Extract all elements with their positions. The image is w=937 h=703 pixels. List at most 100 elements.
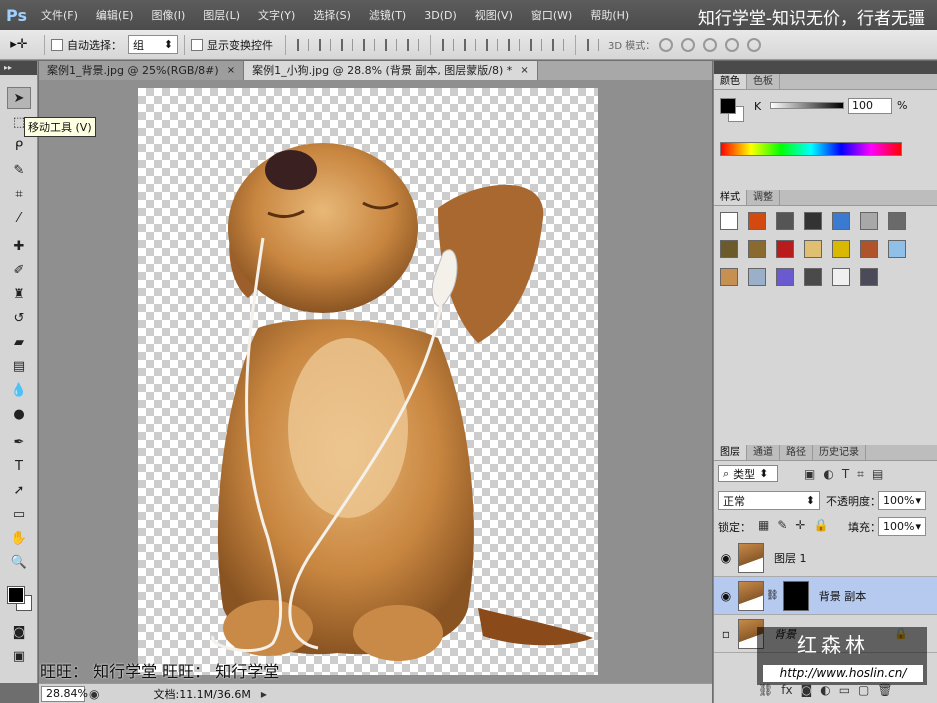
tab-history[interactable]: 历史记录 (813, 445, 866, 460)
add-mask-icon[interactable]: ◙ (801, 683, 813, 697)
rotate-3d-icon[interactable] (659, 37, 674, 52)
tab-paths[interactable]: 路径 (780, 445, 813, 460)
style-swatch[interactable] (832, 212, 850, 230)
hand-tool-icon[interactable]: ✋ (7, 527, 31, 549)
tab-swatches[interactable]: 色板 (747, 74, 780, 89)
lasso-tool-icon[interactable]: ᑭ (7, 135, 31, 157)
menu-type[interactable]: 文字(Y) (249, 7, 304, 23)
align-vcenter-icon[interactable] (319, 38, 331, 51)
auto-align-icon[interactable] (587, 38, 599, 51)
quick-select-tool-icon[interactable]: ✎ (7, 159, 31, 181)
close-icon[interactable]: × (227, 61, 235, 80)
tools-panel-grip[interactable]: ▸▸ (0, 61, 37, 75)
filter-pixel-icon[interactable]: ▣ (804, 467, 815, 482)
align-top-icon[interactable] (297, 38, 309, 51)
lock-position-icon[interactable]: ✛ (795, 518, 805, 532)
layer-row[interactable]: ◉ 图层 1 (714, 539, 937, 577)
auto-select-dropdown[interactable]: 组 ⬍ (128, 35, 178, 54)
tab-channels[interactable]: 通道 (747, 445, 780, 460)
healing-brush-tool-icon[interactable]: ✚ (7, 235, 31, 257)
crop-tool-icon[interactable]: ⌗ (7, 183, 31, 205)
menu-view[interactable]: 视图(V) (466, 7, 522, 23)
type-tool-icon[interactable]: T (7, 455, 31, 477)
tab-background-doc[interactable]: 案例1_背景.jpg @ 25%(RGB/8#) × (39, 61, 245, 80)
scale-3d-icon[interactable] (747, 37, 762, 52)
style-swatch[interactable] (804, 268, 822, 286)
eye-icon[interactable]: ◉ (714, 589, 738, 603)
quick-mask-icon[interactable]: ◙ (7, 621, 31, 643)
tab-layers[interactable]: 图层 (714, 445, 747, 460)
menu-edit[interactable]: 编辑(E) (87, 7, 143, 23)
align-bottom-icon[interactable] (341, 38, 353, 51)
align-right-icon[interactable] (407, 38, 419, 51)
roll-3d-icon[interactable] (681, 37, 696, 52)
path-select-tool-icon[interactable]: ➚ (7, 479, 31, 501)
gradient-tool-icon[interactable]: ▤ (7, 355, 31, 377)
foreground-color-swatch[interactable] (7, 586, 25, 604)
style-swatch[interactable] (860, 268, 878, 286)
style-swatch[interactable] (720, 240, 738, 258)
new-layer-icon[interactable]: ▢ (858, 683, 869, 697)
menu-file[interactable]: 文件(F) (32, 7, 87, 23)
document-canvas[interactable] (138, 88, 598, 675)
style-swatch[interactable] (804, 212, 822, 230)
eye-off-icon[interactable]: ▫ (714, 627, 738, 641)
layer-mask-thumbnail[interactable] (782, 580, 809, 611)
move-tool-icon[interactable]: ➤ (7, 87, 31, 109)
style-swatch[interactable] (804, 240, 822, 258)
tab-puppy-doc[interactable]: 案例1_小狗.jpg @ 28.8% (背景 副本, 图层蒙版/8) * × (244, 61, 538, 80)
status-info-icon[interactable]: ◉ (89, 687, 99, 701)
drag-3d-icon[interactable] (703, 37, 718, 52)
move-tool-preset-icon[interactable]: ▸✛ (0, 37, 38, 52)
foreground-color-chip[interactable] (720, 98, 736, 114)
auto-select-checkbox[interactable] (51, 38, 63, 51)
filter-type-icon[interactable]: T (842, 467, 849, 482)
tab-color[interactable]: 颜色 (714, 74, 747, 89)
delete-layer-icon[interactable]: 🗑 (877, 683, 892, 697)
fx-icon[interactable]: fx (781, 683, 792, 697)
tab-adjustments[interactable]: 调整 (747, 190, 780, 205)
zoom-level-field[interactable]: 28.84% (41, 685, 88, 702)
slide-3d-icon[interactable] (725, 37, 740, 52)
show-transform-checkbox[interactable] (191, 38, 203, 51)
stamp-tool-icon[interactable]: ♜ (7, 283, 31, 305)
history-brush-tool-icon[interactable]: ↺ (7, 307, 31, 329)
menu-filter[interactable]: 滤镜(T) (360, 7, 415, 23)
menu-window[interactable]: 窗口(W) (522, 7, 581, 23)
blend-mode-dropdown[interactable]: 正常 ⬍ (718, 491, 820, 510)
eye-icon[interactable]: ◉ (714, 551, 738, 565)
close-icon[interactable]: × (520, 61, 528, 80)
style-swatch[interactable] (776, 268, 794, 286)
fill-field[interactable]: 100% ▾ (878, 517, 926, 536)
dodge-tool-icon[interactable]: ● (7, 403, 31, 425)
style-swatch[interactable] (748, 212, 766, 230)
screen-mode-icon[interactable]: ▣ (7, 645, 31, 667)
filter-adjust-icon[interactable]: ◐ (823, 467, 833, 482)
shape-tool-icon[interactable]: ▭ (7, 503, 31, 525)
align-left-icon[interactable] (363, 38, 375, 51)
menu-3d[interactable]: 3D(D) (415, 9, 466, 22)
style-swatch[interactable] (832, 240, 850, 258)
link-layers-icon[interactable]: ⛓ (758, 683, 773, 697)
zoom-tool-icon[interactable]: 🔍 (7, 551, 31, 573)
filter-smart-icon[interactable]: ▤ (872, 467, 883, 482)
eyedropper-tool-icon[interactable]: ⁄ (7, 207, 31, 229)
menu-layer[interactable]: 图层(L) (194, 7, 249, 23)
pen-tool-icon[interactable]: ✒ (7, 431, 31, 453)
tab-styles[interactable]: 样式 (714, 190, 747, 205)
eraser-tool-icon[interactable]: ▰ (7, 331, 31, 353)
opacity-field[interactable]: 100% ▾ (878, 491, 926, 510)
style-swatch[interactable] (748, 240, 766, 258)
menu-select[interactable]: 选择(S) (304, 7, 360, 23)
blur-tool-icon[interactable]: 💧 (7, 379, 31, 401)
filter-shape-icon[interactable]: ⌗ (857, 467, 864, 482)
style-swatch[interactable] (888, 240, 906, 258)
style-swatch[interactable] (860, 240, 878, 258)
lock-pixels-icon[interactable]: ✎ (777, 518, 787, 532)
style-swatch[interactable] (720, 268, 738, 286)
layer-row-selected[interactable]: ◉ ⛓ 背景 副本 (714, 577, 937, 615)
style-swatch[interactable] (860, 212, 878, 230)
layer-filter-dropdown[interactable]: ⌕ 类型 ⬍ (718, 465, 778, 482)
style-swatch[interactable] (888, 212, 906, 230)
distribute-left-icon[interactable] (508, 38, 520, 51)
